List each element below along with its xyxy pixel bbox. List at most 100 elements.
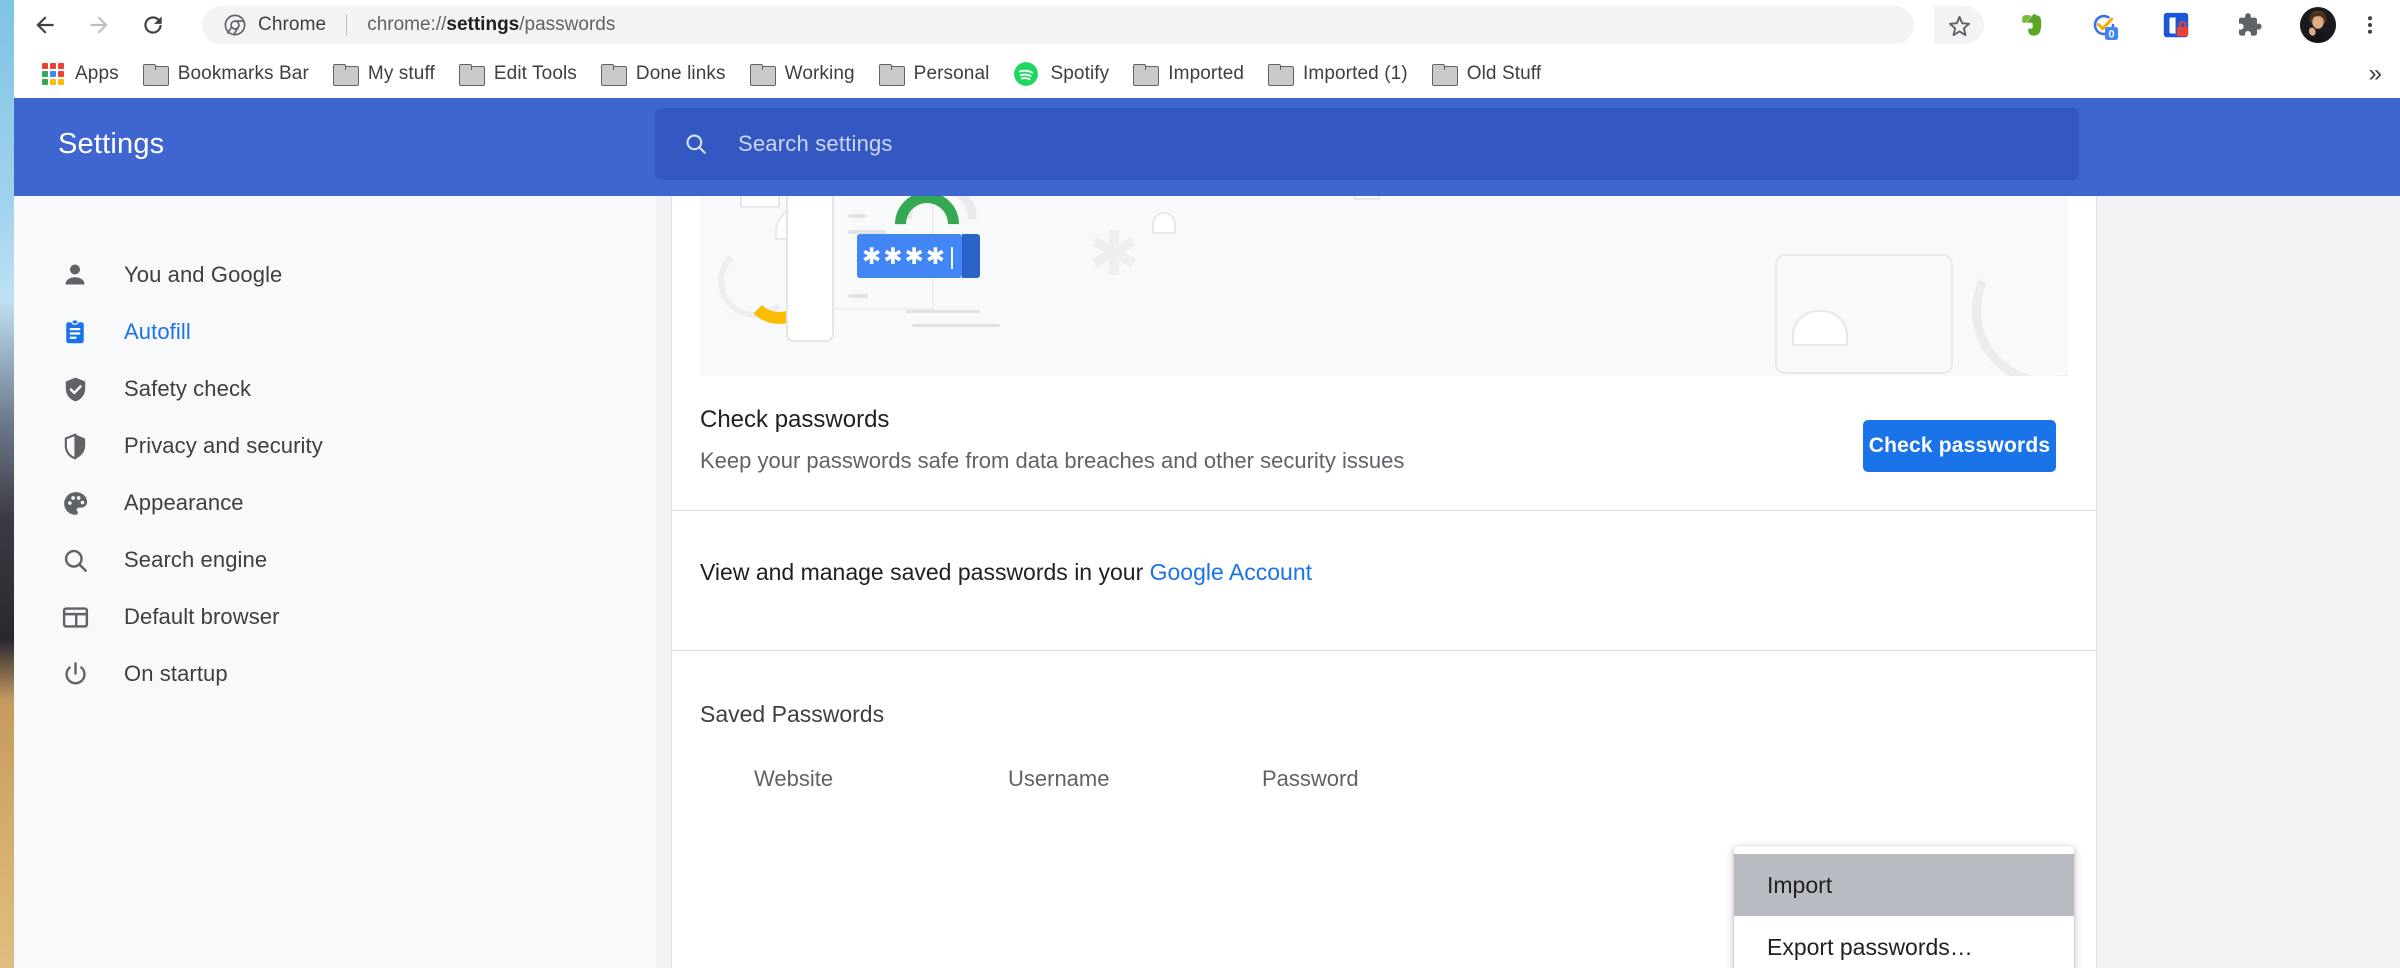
settings-content-card: ✱✱✱✱ | ✱ Check passwords Keep your passwo… [672,196,2096,968]
folder-icon [458,64,485,86]
sidebar-item-you-and-google[interactable]: You and Google [14,248,656,302]
search-placeholder-text: Search settings [738,131,893,156]
sidebar-item-label: Privacy and security [124,433,323,458]
person-icon [58,258,92,292]
sidebar-item-label: You and Google [124,262,283,287]
sidebar-item-default-browser[interactable]: Default browser [14,590,656,644]
search-settings-input[interactable]: Search settings [655,108,2079,180]
bookmark-label: Imported (1) [1303,63,1408,84]
shield-check-icon [58,372,92,406]
password-field-caret-block [962,234,980,278]
sidebar-item-autofill[interactable]: Autofill [14,305,656,359]
sidebar-item-label: On startup [124,661,228,686]
profile-avatar[interactable] [2298,5,2338,45]
reload-button[interactable] [130,2,176,48]
sidebar-item-privacy-and-security[interactable]: Privacy and security [14,419,656,473]
sidebar-item-appearance[interactable]: Appearance [14,476,656,530]
bookmark-old-stuff[interactable]: Old Stuff [1422,56,1551,92]
google-account-link[interactable]: Google Account [1150,559,1312,585]
task-check-extension-icon[interactable]: 0 [2084,5,2124,45]
folder-icon [1431,64,1458,86]
chrome-logo-icon [224,14,246,36]
google-account-text: View and manage saved passwords in your … [700,559,1312,586]
back-button[interactable] [22,2,68,48]
password-manager-extension-icon[interactable] [2156,5,2196,45]
url-prefix: chrome:// [367,14,447,35]
menu-item-import[interactable]: Import [1734,854,2074,916]
power-icon [58,657,92,691]
chrome-menu-icon[interactable] [2350,5,2390,45]
palette-icon [58,486,92,520]
column-header-password: Password [1262,766,1359,791]
bookmark-edit-tools[interactable]: Edit Tools [449,56,587,92]
address-bar[interactable]: Chrome chrome://settings/passwords [202,6,1914,44]
bookmarks-bar: Apps Bookmarks Bar My stuff Edit Tools D… [14,50,2400,98]
check-passwords-title: Check passwords [700,406,890,433]
url-bold-part: settings [446,14,520,35]
bookmark-label: Spotify [1050,63,1110,84]
search-icon [683,131,709,157]
check-passwords-section: Check passwords Keep your passwords safe… [672,376,2096,510]
cloud-decoration [740,196,780,208]
bookmark-star-icon[interactable] [1934,6,1984,44]
browser-window-icon [58,600,92,634]
bookmark-label: Bookmarks Bar [177,63,309,84]
bookmark-label: Imported [1168,63,1245,84]
bookmark-label: My stuff [367,63,435,84]
asterisk-decoration: ✱ [1088,220,1140,289]
omnibox-divider [346,14,348,36]
line-decoration [848,294,868,298]
bookmark-label: Apps [75,63,119,84]
sidebar-item-search-engine[interactable]: Search engine [14,533,656,587]
folder-icon [1133,64,1160,86]
evernote-extension-icon[interactable] [2012,5,2052,45]
folder-icon [1268,64,1295,86]
search-icon [58,543,92,577]
extensions-puzzle-icon[interactable] [2228,5,2268,45]
google-account-section: View and manage saved passwords in your … [672,510,2096,650]
bookmark-spotify[interactable]: Spotify [1003,56,1119,92]
bookmarks-overflow-button[interactable]: » [2369,62,2382,86]
url-suffix: /passwords [519,14,616,35]
bookmark-working[interactable]: Working [740,56,865,92]
bookmark-label: Old Stuff [1466,63,1542,84]
column-header-website: Website [754,766,834,791]
bookmark-bookmarks-bar[interactable]: Bookmarks Bar [133,56,319,92]
check-passwords-button[interactable]: Check passwords [1863,420,2056,472]
bookmark-label: Working [784,63,855,84]
cloud-decoration [1152,212,1176,234]
forward-button[interactable] [76,2,122,48]
sidebar-item-label: Autofill [124,319,191,344]
desktop-wallpaper-strip [0,0,14,968]
spotify-icon [1013,61,1039,87]
bookmark-my-stuff[interactable]: My stuff [323,56,445,92]
line-decoration [912,324,1000,327]
passwords-more-actions-menu: Import Export passwords… [1734,846,2074,968]
sidebar-item-label: Default browser [124,604,280,629]
passwords-hero-illustration: ✱✱✱✱ | ✱ [700,196,2068,376]
folder-icon [332,64,359,86]
line-decoration [906,310,980,313]
sidebar-item-label: Safety check [124,376,252,401]
browser-window: Chrome chrome://settings/passwords 0 App… [14,0,2400,968]
bookmark-personal[interactable]: Personal [869,56,1000,92]
line-decoration [848,214,866,218]
sidebar-item-on-startup[interactable]: On startup [14,647,656,701]
bookmark-imported[interactable]: Imported [1123,56,1254,92]
password-field-illustration: ✱✱✱✱ | [857,234,962,278]
password-caret: | [949,242,958,269]
bookmark-imported-1[interactable]: Imported (1) [1258,56,1418,92]
bookmark-apps[interactable]: Apps [32,56,129,92]
bookmark-done-links[interactable]: Done links [591,56,736,92]
bookmark-label: Personal [913,63,990,84]
folder-icon [142,64,169,86]
sidebar-item-safety-check[interactable]: Safety check [14,362,656,416]
saved-passwords-title: Saved Passwords [700,701,885,727]
menu-item-export-passwords[interactable]: Export passwords… [1734,916,2074,968]
check-passwords-subtitle: Keep your passwords safe from data breac… [700,448,1405,473]
task-badge-count: 0 [2108,28,2114,40]
apps-grid-icon [42,63,64,85]
settings-sidebar: You and Google Autofill Safety check Pri… [14,196,656,968]
omnibox-chip-label: Chrome [258,14,327,35]
google-account-prefix: View and manage saved passwords in your [700,559,1150,585]
